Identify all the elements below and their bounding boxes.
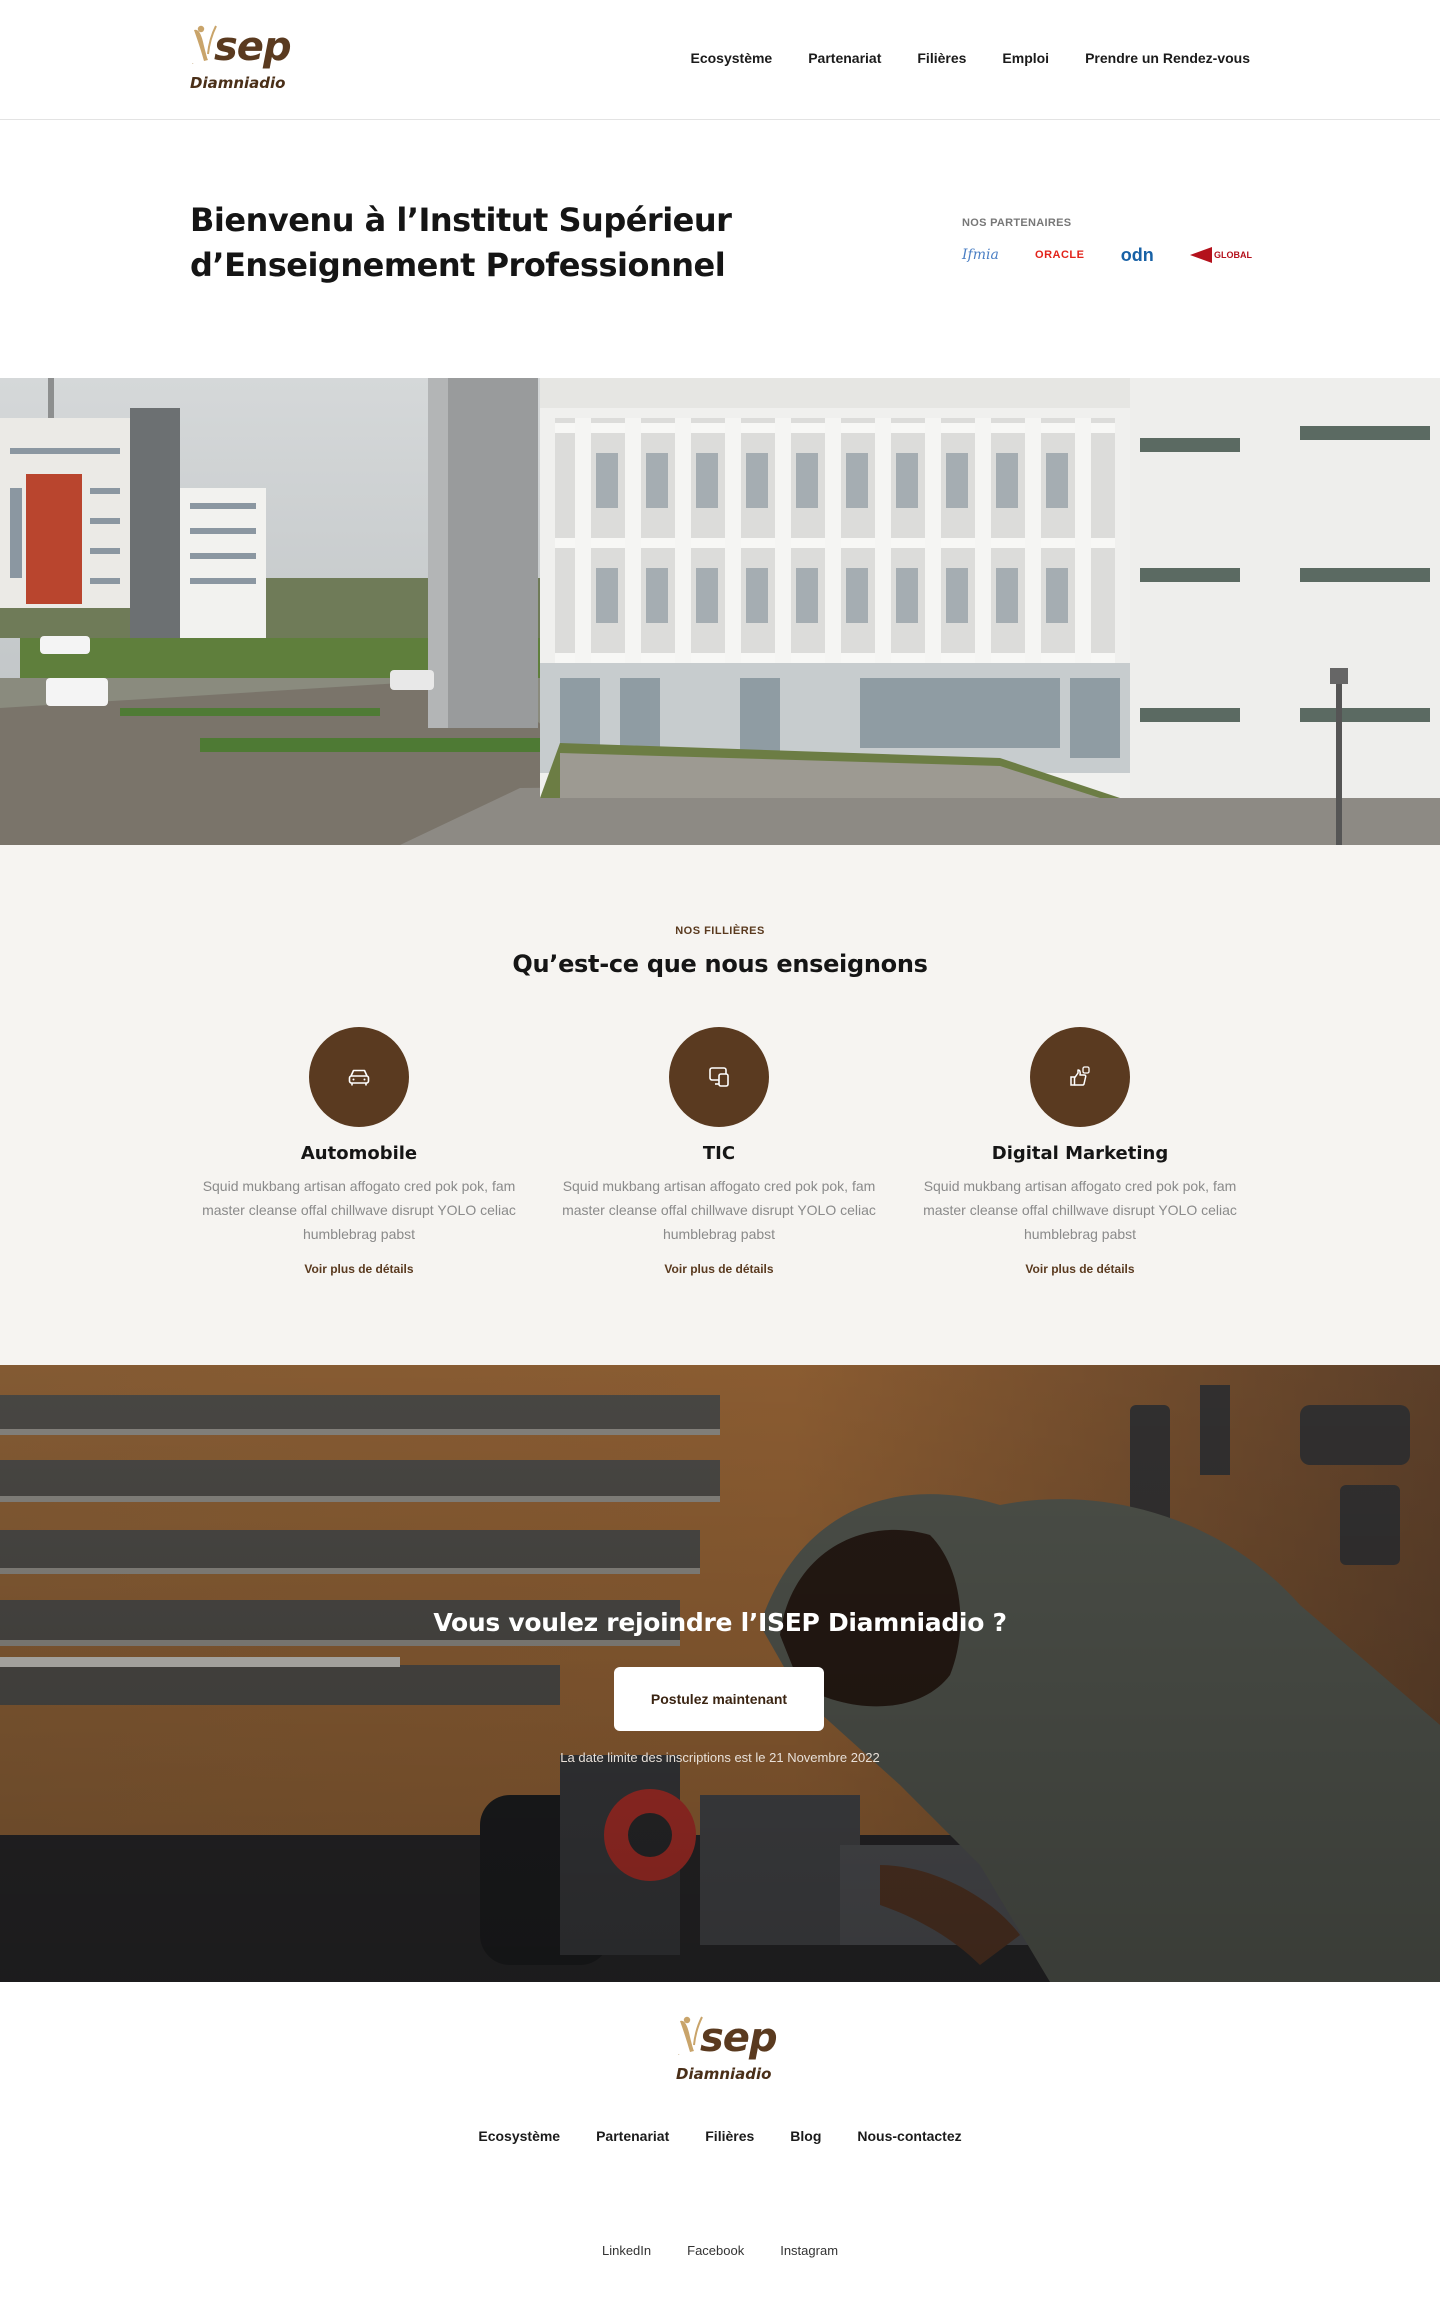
main-nav: Ecosystème Partenariat Filières Emploi P…	[691, 50, 1251, 66]
card-text: Squid mukbang artisan affogato cred pok …	[562, 1178, 876, 1242]
social-link-facebook[interactable]: Facebook	[687, 2243, 744, 2258]
footer-nav-partenariat[interactable]: Partenariat	[596, 2128, 669, 2144]
card-title: Automobile	[300, 1143, 418, 1164]
card-icon-circle	[309, 1027, 409, 1127]
footer-nav-contact[interactable]: Nous-contactez	[857, 2128, 961, 2144]
partner-logos: Ifmia ORACLE odn GLOBAL	[962, 243, 1252, 267]
cta-title: Vous voulez rejoindre l’ISEP Diamniadio …	[433, 1608, 1007, 1637]
nav-item-rendez-vous[interactable]: Prendre un Rendez-vous	[1085, 50, 1250, 66]
card-details-link[interactable]: Voir plus de détails	[184, 1262, 534, 1276]
section-title: Qu’est-ce que nous enseignons	[512, 950, 928, 978]
thumbs-up-icon	[1070, 1066, 1090, 1086]
isep-logo[interactable]: sep Diamniadio	[190, 24, 292, 94]
campus-photo	[0, 378, 1440, 845]
logo-word: sep	[700, 2015, 778, 2061]
devices-icon	[709, 1067, 729, 1087]
social-link-linkedin[interactable]: LinkedIn	[602, 2243, 651, 2258]
hero-title: Bienvenu à l’Institut Supérieur d’Enseig…	[190, 198, 750, 288]
logo-town: Diamniadio	[190, 74, 286, 92]
partners-label: NOS PARTENAIRES	[962, 217, 1072, 229]
hero-title-line1: Bienvenu à l’Institut Supérieur	[190, 201, 732, 239]
nav-item-ecosysteme[interactable]: Ecosystème	[691, 50, 773, 66]
apply-now-button[interactable]: Postulez maintenant	[614, 1667, 824, 1731]
site-header: sep Diamniadio Ecosystème Partenariat Fi…	[0, 0, 1440, 120]
cta-section: Vous voulez rejoindre l’ISEP Diamniadio …	[0, 1365, 1440, 1982]
card-text: Squid mukbang artisan affogato cred pok …	[202, 1178, 516, 1242]
social-links: LinkedIn Facebook Instagram	[0, 2243, 1440, 2258]
partner-logo-ifmia[interactable]: Ifmia	[962, 247, 999, 263]
nav-item-filieres[interactable]: Filières	[917, 50, 966, 66]
footer-nav: Ecosystème Partenariat Filières Blog Nou…	[0, 2128, 1440, 2144]
card-digital-marketing: Digital Marketing Squid mukbang artisan …	[905, 1027, 1255, 1276]
cta-content: Vous voulez rejoindre l’ISEP Diamniadio …	[0, 1365, 1440, 1982]
partner-logo-odn[interactable]: odn	[1121, 245, 1154, 266]
hero-title-line2: d’Enseignement Professionnel	[190, 246, 726, 284]
campus-illustration	[0, 378, 1440, 845]
logo-word: sep	[214, 24, 292, 70]
nav-item-partenariat[interactable]: Partenariat	[808, 50, 881, 66]
nav-item-emploi[interactable]: Emploi	[1002, 50, 1049, 66]
section-eyebrow: NOS FILLIÈRES	[675, 925, 765, 937]
card-title: TIC	[702, 1143, 736, 1164]
card-icon-circle	[669, 1027, 769, 1127]
card-title: Digital Marketing	[991, 1143, 1169, 1164]
filieres-section: NOS FILLIÈRES Qu’est-ce que nous enseign…	[0, 845, 1440, 1365]
partner-global-text: GLOBAL	[1213, 250, 1252, 260]
deadline-text: La date limite des inscriptions est le 2…	[560, 1750, 880, 1765]
global-triangle-icon	[1189, 247, 1212, 263]
footer-nav-ecosysteme[interactable]: Ecosystème	[478, 2128, 560, 2144]
footer-isep-logo[interactable]: sep Diamniadio	[676, 2015, 778, 2085]
logo-town: Diamniadio	[676, 2065, 772, 2083]
card-details-link[interactable]: Voir plus de détails	[905, 1262, 1255, 1276]
footer-nav-blog[interactable]: Blog	[790, 2128, 821, 2144]
card-icon-circle	[1030, 1027, 1130, 1127]
car-icon	[348, 1069, 370, 1086]
partner-logo-oracle[interactable]: ORACLE	[1035, 249, 1084, 261]
partners-block: NOS PARTENAIRES Ifmia ORACLE odn GLOBAL	[962, 217, 1252, 267]
card-tic: TIC Squid mukbang artisan affogato cred …	[544, 1027, 894, 1276]
social-link-instagram[interactable]: Instagram	[780, 2243, 838, 2258]
card-automobile: Automobile Squid mukbang artisan affogat…	[184, 1027, 534, 1276]
card-details-link[interactable]: Voir plus de détails	[544, 1262, 894, 1276]
footer-nav-filieres[interactable]: Filières	[705, 2128, 754, 2144]
card-text: Squid mukbang artisan affogato cred pok …	[923, 1178, 1237, 1242]
partner-logo-global[interactable]: GLOBAL	[1189, 247, 1252, 263]
